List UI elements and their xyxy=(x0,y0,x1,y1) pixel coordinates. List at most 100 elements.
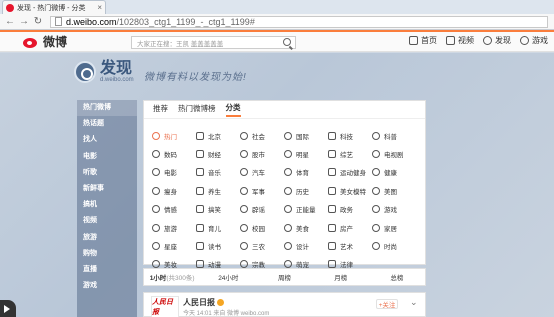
nav-video[interactable]: 视频 xyxy=(446,35,474,46)
discover-header: 发现 d.weibo.com xyxy=(74,61,134,83)
category-label: 设计 xyxy=(296,244,309,252)
time-tab-1h[interactable]: 1小时(共300条) xyxy=(144,272,200,282)
category-item[interactable]: 电视剧 xyxy=(372,147,416,160)
category-item[interactable]: 明星 xyxy=(284,147,328,160)
gun-icon xyxy=(240,186,248,195)
sidebar-item[interactable]: 直播 xyxy=(77,262,137,278)
category-item[interactable]: 养生 xyxy=(196,184,240,197)
sidebar-item[interactable]: 热话题 xyxy=(77,116,137,132)
category-item[interactable]: 历史 xyxy=(284,184,328,197)
category-item[interactable]: 美食 xyxy=(284,221,328,234)
play-icon[interactable] xyxy=(0,300,16,317)
category-item[interactable]: 家居 xyxy=(372,221,416,234)
category-item[interactable]: 瘦身 xyxy=(152,184,196,197)
follow-button[interactable]: +关注 xyxy=(376,299,398,309)
reload-icon[interactable]: ↻ xyxy=(32,16,44,28)
url-host: d.weibo.com xyxy=(66,16,117,27)
back-icon[interactable]: ← xyxy=(4,16,16,28)
category-label: 科技 xyxy=(340,133,353,141)
category-item[interactable]: 辟谣 xyxy=(240,203,284,216)
sidebar-item[interactable]: 视频 xyxy=(77,213,137,229)
category-item[interactable]: 汽车 xyxy=(240,166,284,179)
tab-category[interactable]: 分类 xyxy=(225,102,241,117)
category-item[interactable]: 政务 xyxy=(328,203,372,216)
category-item[interactable]: 运动健身 xyxy=(328,166,372,179)
category-item[interactable]: 北京 xyxy=(196,129,240,142)
time-tab-24h[interactable]: 24小时 xyxy=(200,272,256,282)
left-sidebar: 热门微博 热话题 找人 电影 听歌 新鲜事 搞机 视频 旅游 购物 直播 游戏 xyxy=(77,100,137,317)
sidebar-item[interactable]: 游戏 xyxy=(77,278,137,294)
category-item[interactable]: 音乐 xyxy=(196,166,240,179)
alert-icon xyxy=(240,205,248,214)
time-tab-month[interactable]: 月榜 xyxy=(313,272,369,282)
tab-recommend[interactable]: 推荐 xyxy=(153,103,168,116)
sidebar-item[interactable]: 新鲜事 xyxy=(77,181,137,197)
chevron-down-icon[interactable]: ⌄ xyxy=(410,297,418,308)
category-item[interactable]: 热门 xyxy=(152,129,196,142)
category-item[interactable]: 设计 xyxy=(284,239,328,252)
weibo-logo[interactable]: 微博 xyxy=(21,33,67,50)
sidebar-item[interactable]: 搞机 xyxy=(77,197,137,213)
category-label: 电影 xyxy=(164,170,177,178)
category-item[interactable]: 星座 xyxy=(152,239,196,252)
category-item[interactable]: 股市 xyxy=(240,147,284,160)
feed-username[interactable]: 人民日报 xyxy=(183,297,224,308)
category-item[interactable]: 美女模特 xyxy=(328,184,372,197)
nav-discover[interactable]: 发现 xyxy=(483,35,511,46)
category-item[interactable]: 三农 xyxy=(240,239,284,252)
category-item[interactable]: 旅游 xyxy=(152,221,196,234)
nav-game[interactable]: 游戏 xyxy=(520,35,548,46)
category-item[interactable]: 艺术 xyxy=(328,239,372,252)
category-label: 历史 xyxy=(296,188,309,196)
category-label: 音乐 xyxy=(208,170,221,178)
sidebar-item-hot[interactable]: 热门微博 xyxy=(77,100,137,117)
category-label: 热门 xyxy=(164,133,177,141)
avatar[interactable]: 人民日报 xyxy=(151,296,179,317)
sidebar-item[interactable]: 找人 xyxy=(77,132,137,148)
close-tab-icon[interactable]: × xyxy=(97,3,102,12)
category-label: 情感 xyxy=(164,207,177,215)
category-item[interactable]: 社会 xyxy=(240,129,284,142)
category-item[interactable]: 综艺 xyxy=(328,147,372,160)
category-label: 艺术 xyxy=(340,244,353,252)
category-item[interactable]: 游戏 xyxy=(372,203,416,216)
category-label: 瘦身 xyxy=(164,188,177,196)
category-item[interactable]: 房产 xyxy=(328,221,372,234)
category-item[interactable]: 搞笑 xyxy=(196,203,240,216)
category-item[interactable]: 军事 xyxy=(240,184,284,197)
woman-icon xyxy=(328,186,336,195)
category-label: 军事 xyxy=(252,188,265,196)
forward-icon[interactable]: → xyxy=(18,16,30,28)
search-input[interactable]: 大家正在搜：王凯 盖盖盖盖盖 xyxy=(131,36,296,49)
sidebar-item[interactable]: 购物 xyxy=(77,246,137,262)
category-item[interactable]: 体育 xyxy=(284,166,328,179)
time-tab-total[interactable]: 总榜 xyxy=(369,272,425,282)
nav-home[interactable]: 首页 xyxy=(409,35,437,46)
tab-hot-ranking[interactable]: 热门微博榜 xyxy=(178,103,216,116)
sidebar-item[interactable]: 听歌 xyxy=(77,165,137,181)
sidebar-item[interactable]: 电影 xyxy=(77,149,137,165)
house-icon xyxy=(328,223,336,232)
category-item[interactable]: 美图 xyxy=(372,184,416,197)
category-item[interactable]: 校园 xyxy=(240,221,284,234)
category-item[interactable]: 时尚 xyxy=(372,239,416,252)
school-icon xyxy=(240,223,248,232)
category-item[interactable]: 育儿 xyxy=(196,221,240,234)
weibo-eye-icon xyxy=(21,35,41,49)
search-icon[interactable] xyxy=(283,38,291,46)
time-tab-week[interactable]: 周榜 xyxy=(256,272,312,282)
category-item[interactable]: 读书 xyxy=(196,239,240,252)
category-item[interactable]: 正能量 xyxy=(284,203,328,216)
category-item[interactable]: 数码 xyxy=(152,147,196,160)
category-item[interactable]: 健康 xyxy=(372,166,416,179)
sidebar-item[interactable]: 旅游 xyxy=(77,230,137,246)
url-input[interactable]: d.weibo.com/102803_ctg1_1199_-_ctg1_1199… xyxy=(50,15,548,28)
category-item[interactable]: 电影 xyxy=(152,166,196,179)
category-item[interactable]: 财经 xyxy=(196,147,240,160)
category-item[interactable]: 科技 xyxy=(328,129,372,142)
category-item[interactable]: 情感 xyxy=(152,203,196,216)
category-item[interactable]: 科普 xyxy=(372,129,416,142)
browser-tab[interactable]: 发现 - 热门微博 - 分类 × xyxy=(2,0,106,14)
category-label: 美女模特 xyxy=(340,188,366,196)
category-item[interactable]: 国际 xyxy=(284,129,328,142)
